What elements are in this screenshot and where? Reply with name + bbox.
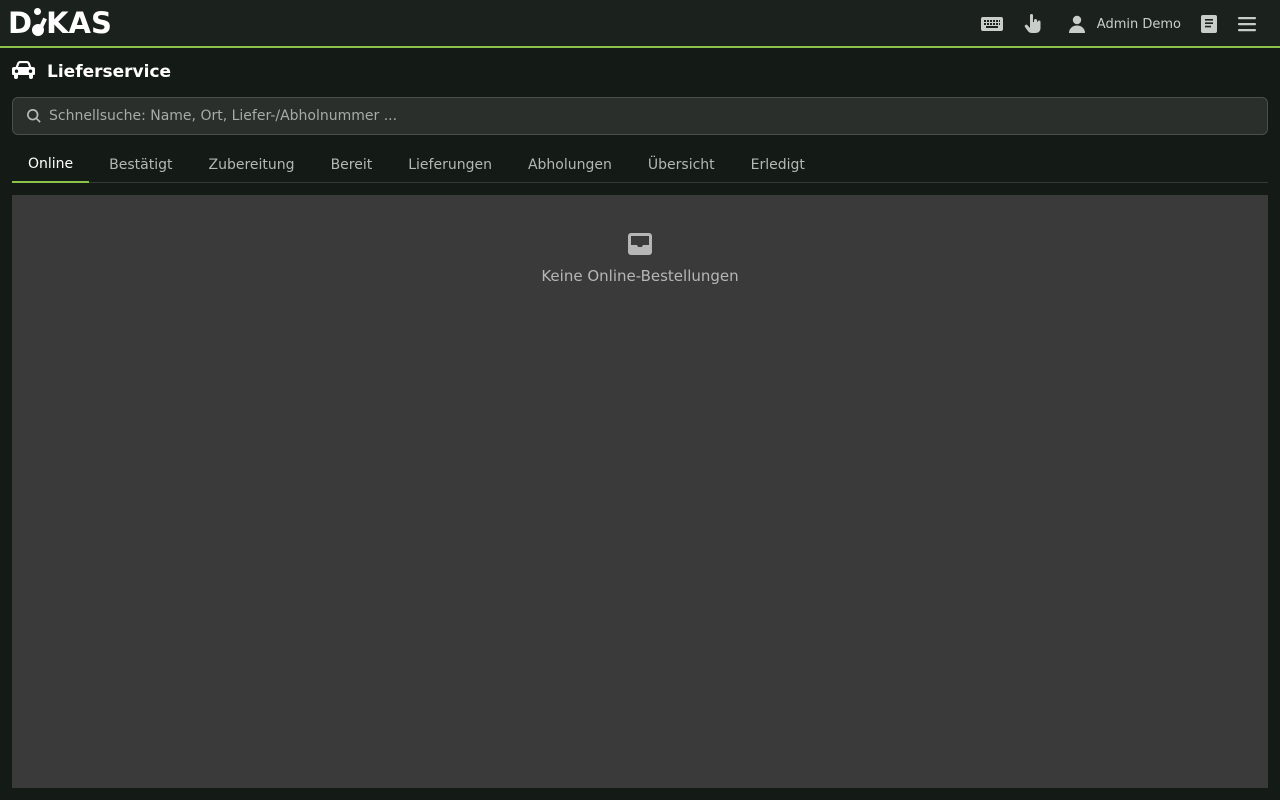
logo-letters-kas: KAS xyxy=(46,6,112,40)
inbox-icon xyxy=(627,233,653,259)
search-box xyxy=(12,97,1268,135)
logo-letter-i xyxy=(32,6,48,40)
header-actions: Admin Demo xyxy=(980,0,1280,48)
empty-message: Keine Online-Bestellungen xyxy=(541,267,739,285)
tab-abholungen[interactable]: Abholungen xyxy=(512,147,628,183)
tab-lieferungen[interactable]: Lieferungen xyxy=(392,147,508,183)
search-input[interactable] xyxy=(49,98,1267,134)
tab-bereit[interactable]: Bereit xyxy=(315,147,389,183)
car-icon xyxy=(12,61,35,83)
user-name[interactable]: Admin Demo xyxy=(1097,17,1181,32)
tab-online[interactable]: Online xyxy=(12,147,90,183)
book-icon[interactable] xyxy=(1199,14,1219,34)
dikas-logo[interactable]: D KAS xyxy=(8,6,112,40)
keyboard-icon[interactable] xyxy=(980,14,1003,34)
tab-zubereitung[interactable]: Zubereitung xyxy=(193,147,311,183)
logo-letter-d: D xyxy=(8,6,33,40)
status-tabs: Online Bestätigt Zubereitung Bereit Lief… xyxy=(12,147,1268,183)
touch-icon[interactable] xyxy=(1023,14,1043,34)
search-icon xyxy=(27,109,41,123)
tab-bestaetigt[interactable]: Bestätigt xyxy=(93,147,188,183)
tab-uebersicht[interactable]: Übersicht xyxy=(632,147,731,183)
orders-panel: Keine Online-Bestellungen xyxy=(12,195,1268,788)
menu-icon[interactable] xyxy=(1237,14,1257,34)
empty-state: Keine Online-Bestellungen xyxy=(12,233,1268,285)
top-bar: D KAS Admin Demo xyxy=(0,0,1280,48)
page-header: Lieferservice xyxy=(12,60,171,84)
page-title: Lieferservice xyxy=(47,62,172,82)
user-icon[interactable] xyxy=(1067,14,1087,34)
tab-erledigt[interactable]: Erledigt xyxy=(735,147,821,183)
